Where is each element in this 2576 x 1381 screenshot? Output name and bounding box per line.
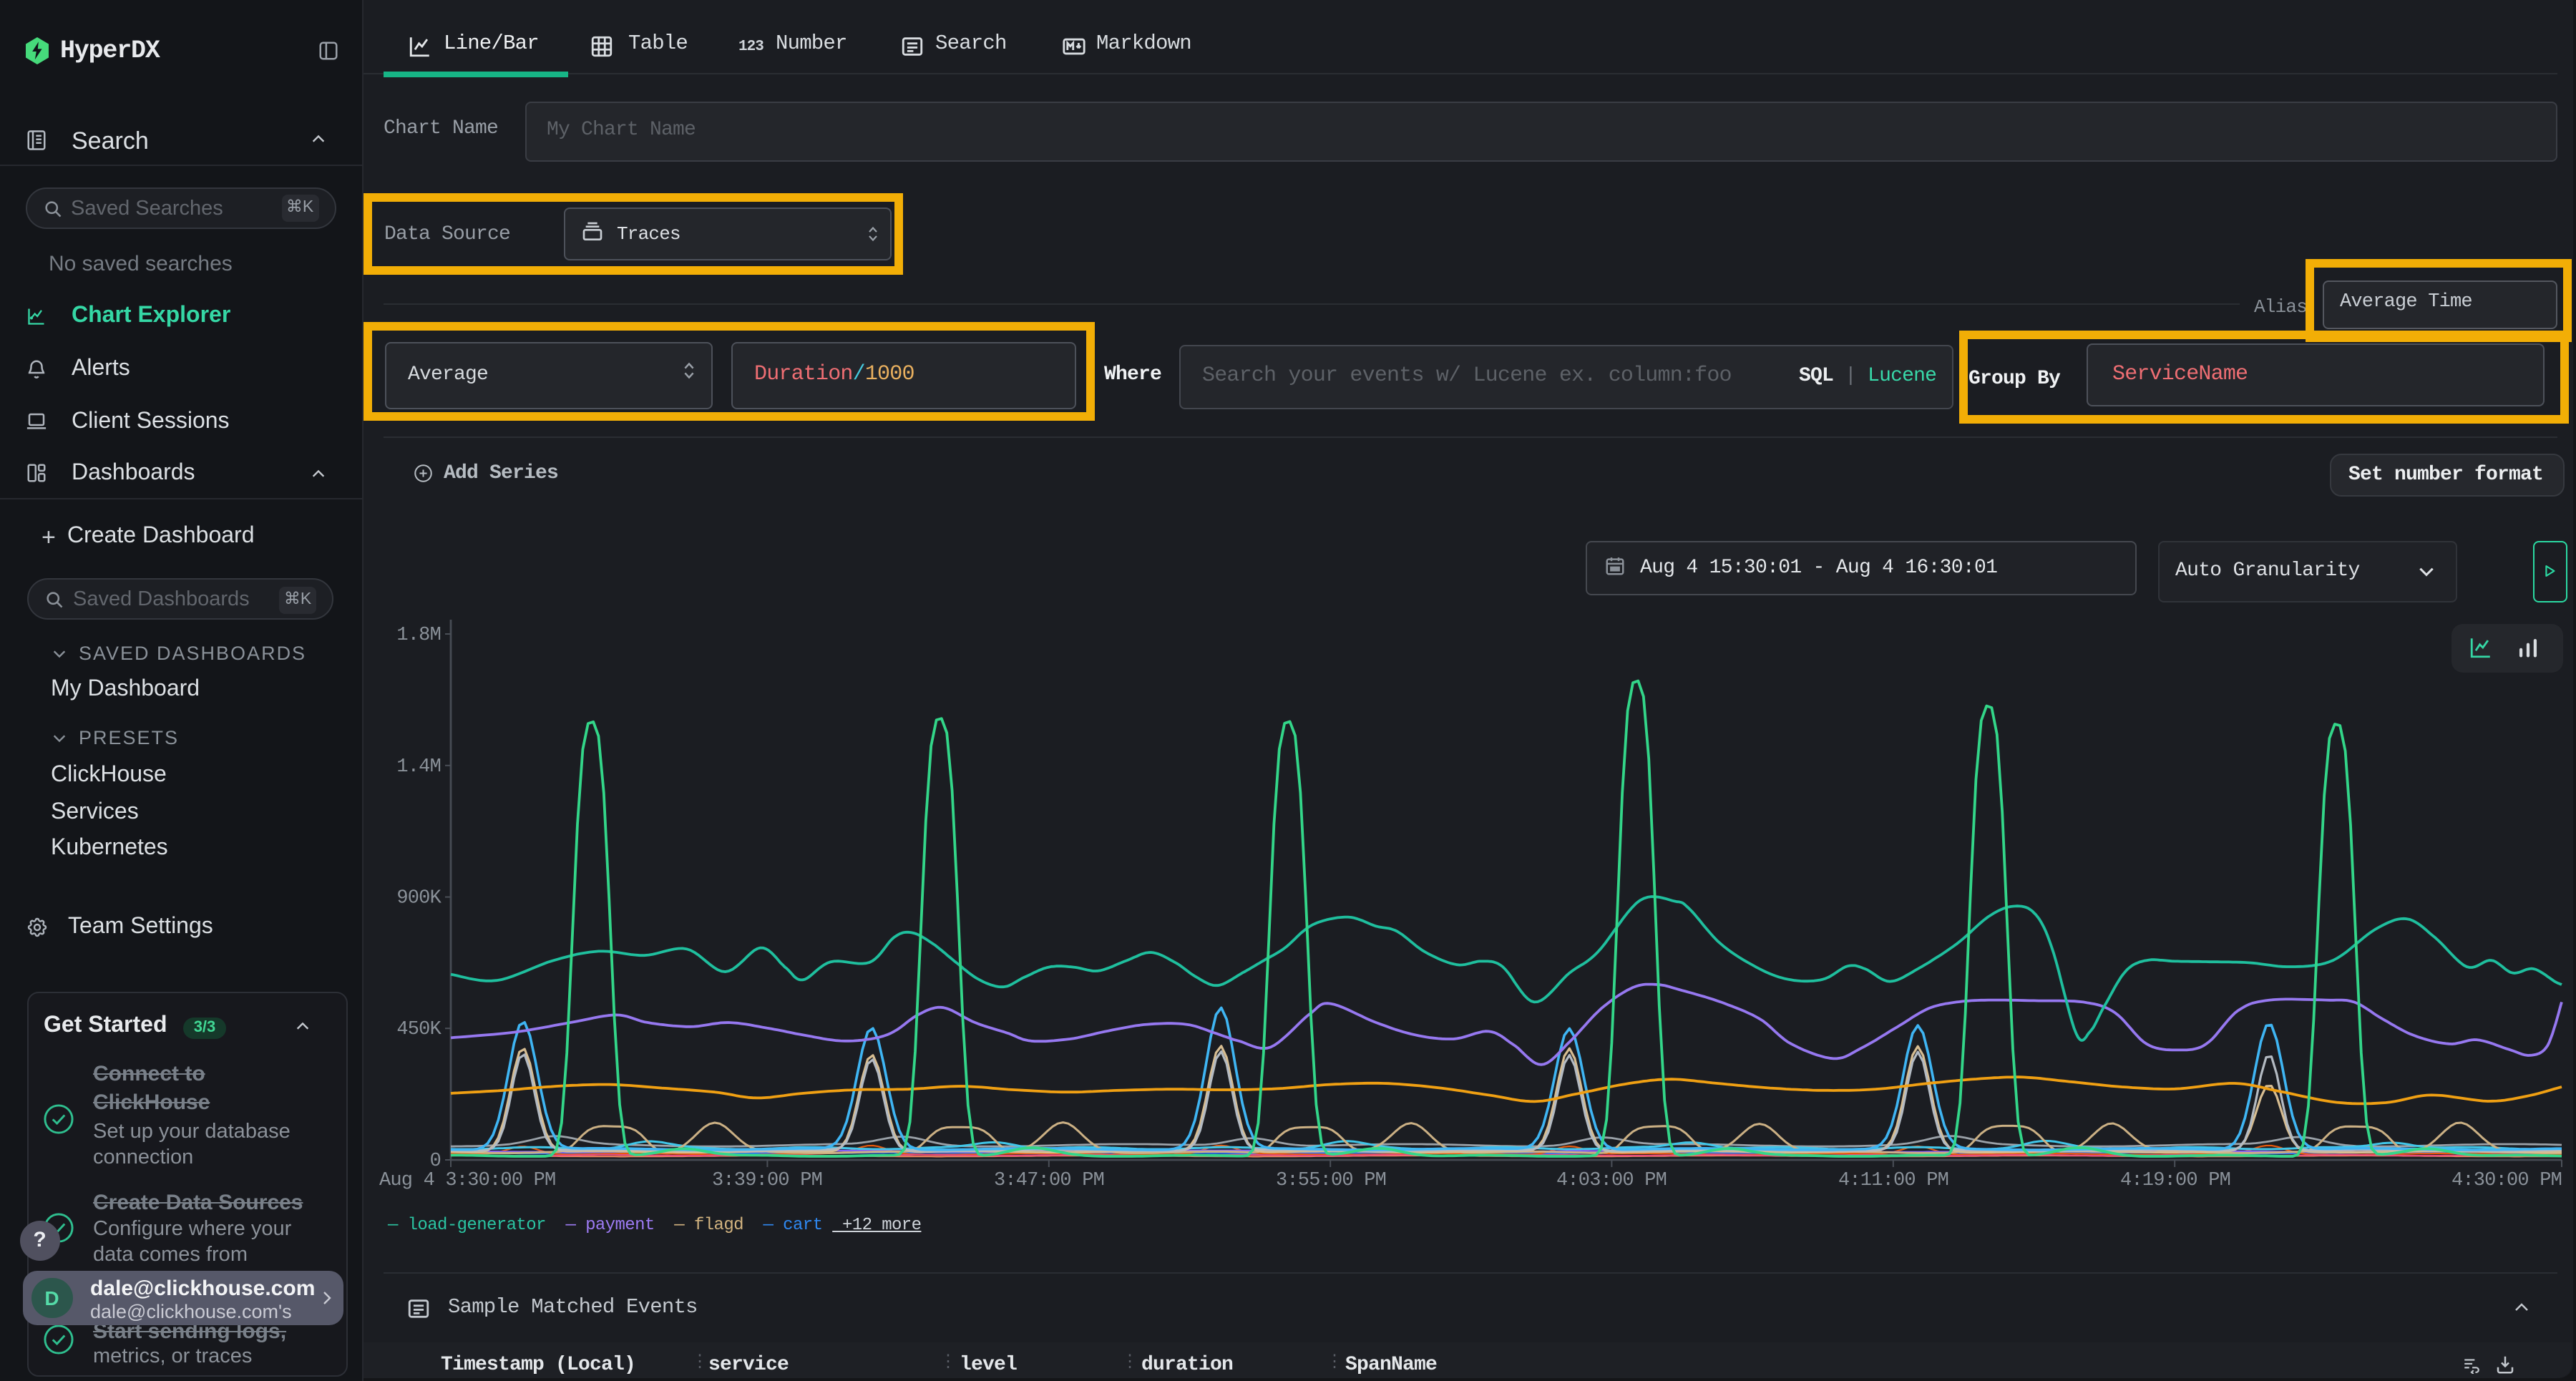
svg-text:4:11:00 PM: 4:11:00 PM: [1838, 1170, 1948, 1191]
svg-text:Aug 4 3:30:00 PM: Aug 4 3:30:00 PM: [379, 1170, 555, 1191]
svg-text:4:30:00 PM: 4:30:00 PM: [2451, 1170, 2562, 1191]
svg-text:4:03:00 PM: 4:03:00 PM: [1556, 1170, 1667, 1191]
svg-text:4:19:00 PM: 4:19:00 PM: [2120, 1170, 2230, 1191]
svg-text:1.4M: 1.4M: [396, 756, 441, 778]
svg-text:1.8M: 1.8M: [396, 625, 441, 646]
svg-text:3:39:00 PM: 3:39:00 PM: [712, 1170, 822, 1191]
svg-text:900K: 900K: [396, 888, 441, 909]
svg-text:450K: 450K: [396, 1019, 441, 1040]
svg-text:3:55:00 PM: 3:55:00 PM: [1276, 1170, 1386, 1191]
svg-text:3:47:00 PM: 3:47:00 PM: [994, 1170, 1104, 1191]
svg-text:0: 0: [430, 1151, 441, 1172]
